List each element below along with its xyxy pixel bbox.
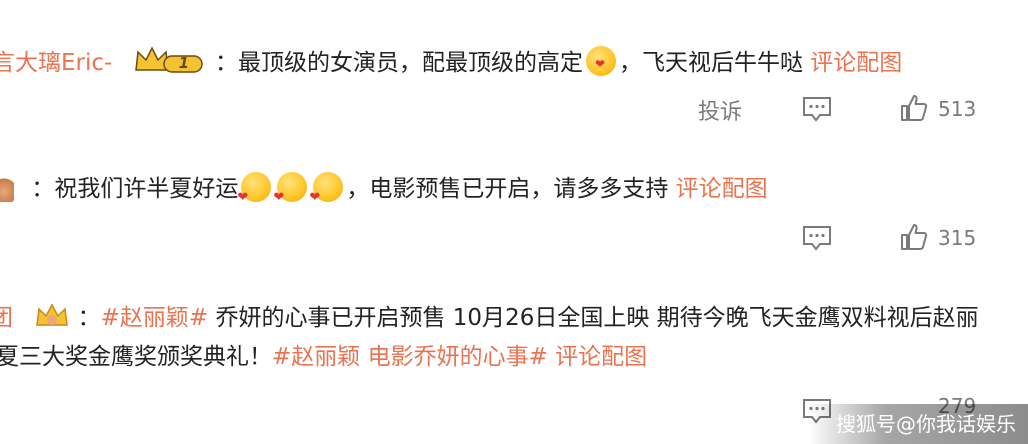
comment-text: 夏三大奖金鹰奖颁奖典礼！ [0, 344, 272, 370]
comment-text: ，飞天视后牛牛哒 [618, 50, 803, 76]
thumbs-up-icon[interactable] [900, 223, 928, 251]
comment-user-name[interactable]: 团 [0, 305, 13, 331]
badge-level: 1 [178, 54, 190, 72]
heart-face-emoji: ❤ [273, 172, 308, 204]
comment-1: 言大璃Eric- 1 ：最顶级的女演员，配最顶级的高定 ❤ ，飞天视后牛牛哒 评论配… [0, 44, 902, 84]
thumbs-up-icon[interactable] [900, 94, 928, 122]
avatar[interactable] [0, 176, 14, 202]
comment-image-link[interactable]: 评论配图 [676, 176, 768, 202]
crown-badge-icon [34, 301, 70, 339]
comment-image-link[interactable]: 评论配图 [555, 344, 647, 370]
comment-3-line-2: 夏三大奖金鹰奖颁奖典礼！#赵丽颖 电影乔妍的心事# 评论配图 [0, 342, 647, 372]
comment-image-link[interactable]: 评论配图 [810, 50, 902, 76]
separator: ： [214, 50, 238, 76]
kiss-face-emoji: ❤ [585, 46, 616, 76]
comment-bubble-icon[interactable] [802, 225, 832, 251]
like-count: 315 [938, 226, 977, 250]
heart-face-emoji: ❤ [309, 172, 344, 204]
comment-2: ：祝我们许半夏好运 ❤ ❤ ❤ ，电影预售已开启，请多多支持 评论配图 [0, 172, 768, 204]
comment-text: 祝我们许半夏好运 [54, 176, 239, 202]
heart-face-emoji: ❤ [237, 172, 272, 204]
separator: ： [77, 305, 101, 331]
comment-text: 最顶级的女演员，配最顶级的高定 [237, 50, 583, 76]
comment-text: 乔妍的心事已开启预售 10月26日全国上映 期待今晚飞天金鹰双料视后赵丽 [215, 305, 979, 331]
hashtag-link[interactable]: #赵丽颖 电影乔妍的心事# [272, 344, 548, 370]
comment-user-name[interactable]: 言大璃Eric- [0, 50, 112, 76]
separator: ： [31, 176, 55, 202]
like-count: 513 [938, 97, 977, 121]
comment-3: 团 ：#赵丽颖# 乔妍的心事已开启预售 10月26日全国上映 期待今晚飞天金鹰双… [0, 301, 979, 339]
report-button[interactable]: 投诉 [698, 94, 742, 126]
comment-text: ，电影预售已开启，请多多支持 [346, 176, 669, 202]
comment-bubble-icon[interactable] [802, 96, 832, 122]
watermark: 搜狐号@你我话娱乐 [808, 404, 1028, 444]
hashtag-link[interactable]: #赵丽颖# [101, 305, 209, 331]
crown-badge-icon: 1 [134, 44, 204, 84]
